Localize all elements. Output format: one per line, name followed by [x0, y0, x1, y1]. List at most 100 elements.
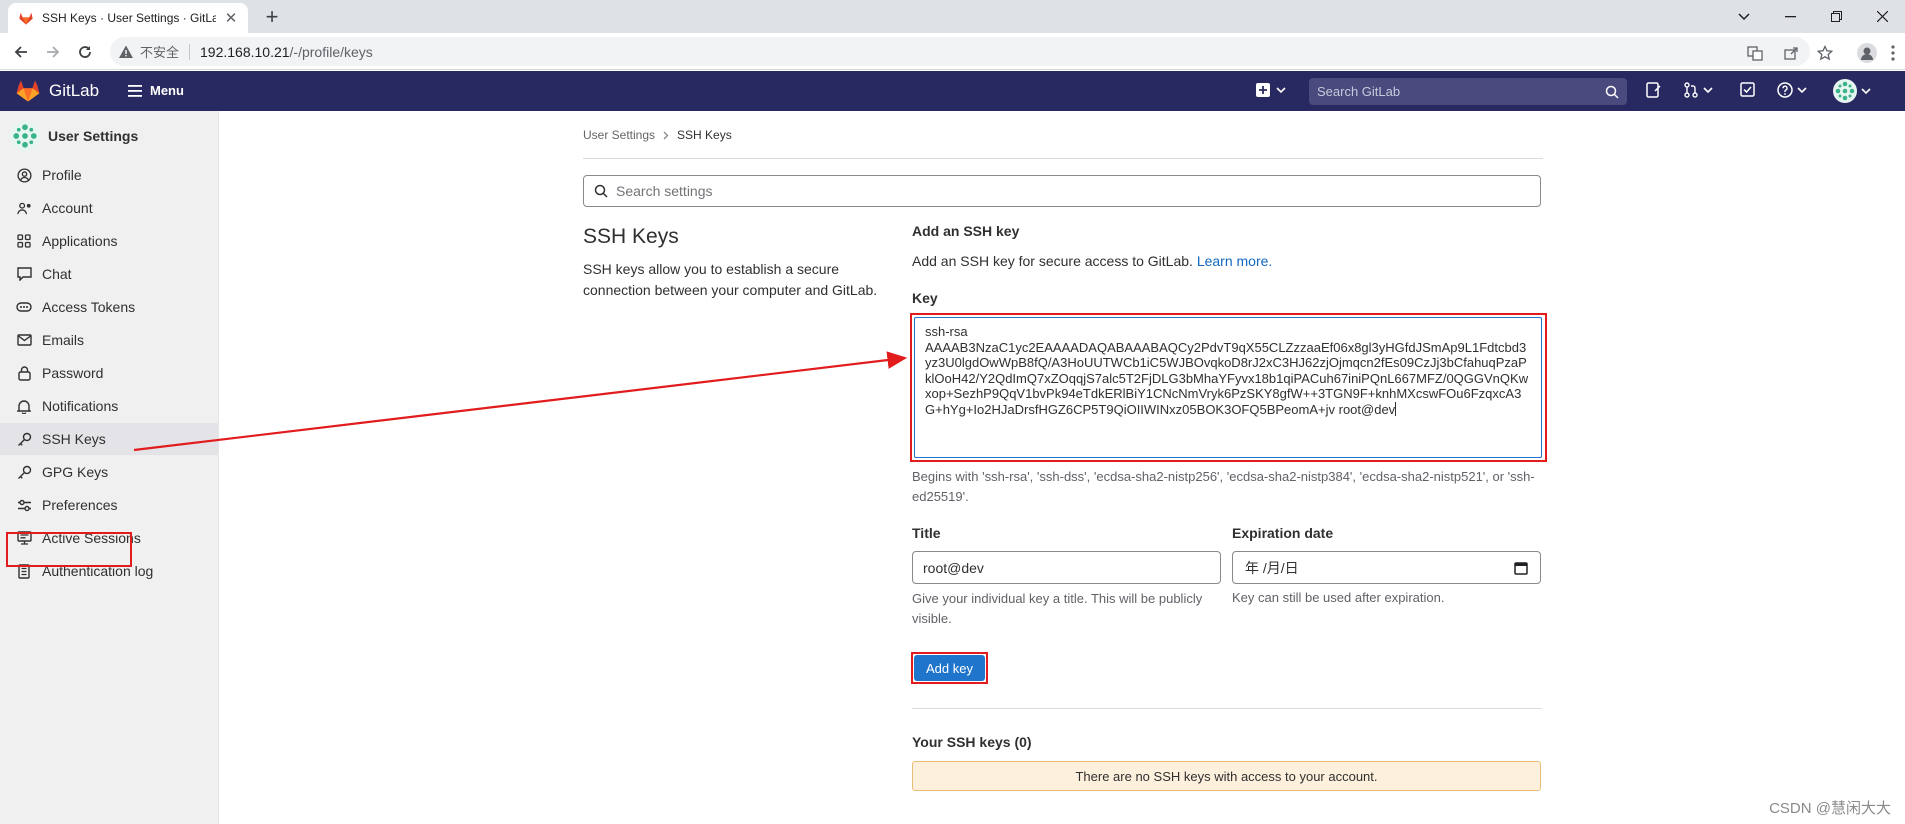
- omnibox-divider: [189, 43, 191, 60]
- settings-sidebar: User Settings Profile Account Applicatio…: [0, 111, 219, 824]
- url-text[interactable]: 192.168.10.21/-/profile/keys: [200, 44, 373, 60]
- menu-label: Menu: [150, 83, 184, 98]
- sidebar-item-profile[interactable]: Profile: [0, 159, 218, 191]
- menu-button[interactable]: Menu: [128, 83, 184, 98]
- user-menu-dropdown[interactable]: [1833, 79, 1871, 103]
- browser-tab[interactable]: SSH Keys · User Settings · GitLab ✕: [8, 3, 248, 33]
- title-help-text: Give your individual key a title. This w…: [912, 591, 1203, 626]
- learn-more-link[interactable]: Learn more.: [1197, 253, 1272, 269]
- help-dropdown[interactable]: [1777, 82, 1807, 98]
- browser-menu-icon[interactable]: [1884, 44, 1902, 62]
- sidebar-item-label: GPG Keys: [42, 464, 109, 480]
- sidebar-item-label: Account: [42, 200, 93, 216]
- mail-icon: [16, 332, 32, 348]
- restore-icon[interactable]: [1813, 0, 1859, 33]
- title-input-value: root@dev: [923, 559, 984, 576]
- key-value: ssh-rsa AAAAB3NzaC1yc2EAAAADAQABAAABAQCy…: [925, 324, 1529, 417]
- chat-icon: [16, 266, 32, 282]
- minimize-icon[interactable]: [1767, 0, 1813, 33]
- security-label[interactable]: 不安全: [140, 42, 179, 61]
- sidebar-item-ssh-keys[interactable]: SSH Keys: [0, 423, 218, 455]
- issues-icon[interactable]: [1646, 82, 1661, 98]
- back-icon[interactable]: [10, 41, 32, 63]
- warning-icon[interactable]: [118, 44, 134, 60]
- breadcrumb-current[interactable]: SSH Keys: [677, 128, 732, 142]
- add-key-button[interactable]: Add key: [914, 655, 985, 681]
- sidebar-item-label: Password: [42, 365, 104, 381]
- todos-icon[interactable]: [1740, 82, 1755, 97]
- bell-icon: [16, 398, 32, 414]
- tab-search-icon[interactable]: [1721, 0, 1767, 33]
- sidebar-item-active-sessions[interactable]: Active Sessions: [0, 522, 218, 554]
- bookmark-star-icon[interactable]: [1816, 44, 1834, 62]
- chevron-down-icon: [1797, 86, 1807, 94]
- profile-avatar-icon[interactable]: [1856, 42, 1878, 64]
- sidebar-item-authentication-log[interactable]: Authentication log: [0, 555, 218, 587]
- text-cursor: [1395, 401, 1397, 416]
- plus-square-icon: [1256, 83, 1270, 97]
- calendar-icon[interactable]: [1514, 561, 1528, 575]
- create-new-dropdown[interactable]: [1256, 83, 1286, 97]
- empty-keys-alert: There are no SSH keys with access to you…: [912, 761, 1541, 791]
- sidebar-item-label: Chat: [42, 266, 72, 282]
- key-textarea[interactable]: ssh-rsa AAAAB3NzaC1yc2EAAAADAQABAAABAQCy…: [914, 317, 1542, 458]
- tab-title: SSH Keys · User Settings · GitLab: [42, 11, 217, 25]
- expiration-date-input[interactable]: 年 /月/日: [1232, 551, 1541, 584]
- sidebar-item-account[interactable]: Account: [0, 192, 218, 224]
- sidebar-header[interactable]: User Settings: [10, 121, 138, 151]
- key-icon: [16, 464, 32, 480]
- share-icon[interactable]: [1782, 44, 1800, 62]
- close-tab-icon[interactable]: ✕: [224, 9, 238, 27]
- applications-icon: [16, 233, 32, 249]
- lock-icon: [16, 365, 32, 381]
- add-key-intro: Add an SSH key for secure access to GitL…: [912, 253, 1272, 269]
- user-avatar-icon: [1833, 79, 1857, 103]
- close-window-icon[interactable]: [1859, 0, 1905, 33]
- gitlab-search-input[interactable]: Search GitLab: [1309, 78, 1627, 105]
- sidebar-item-access-tokens[interactable]: Access Tokens: [0, 291, 218, 323]
- chevron-down-icon: [1276, 86, 1286, 94]
- expiration-label: Expiration date: [1232, 525, 1334, 541]
- settings-search-input[interactable]: Search settings: [583, 175, 1541, 207]
- sidebar-item-label: Authentication log: [42, 563, 154, 579]
- sidebar-item-emails[interactable]: Emails: [0, 324, 218, 356]
- title-label: Title: [912, 525, 941, 541]
- chevron-down-icon: [1861, 87, 1871, 95]
- title-input[interactable]: root@dev: [912, 551, 1221, 584]
- key-label: Key: [912, 290, 938, 306]
- sidebar-item-gpg-keys[interactable]: GPG Keys: [0, 456, 218, 488]
- search-icon: [1605, 85, 1619, 99]
- browser-tab-strip: SSH Keys · User Settings · GitLab ✕ +: [0, 0, 1905, 33]
- sidebar-item-label: Preferences: [42, 497, 118, 513]
- reload-icon[interactable]: [74, 41, 96, 63]
- window-controls: [1721, 0, 1905, 33]
- user-settings-avatar-icon: [10, 121, 40, 151]
- url-path: /-/profile/keys: [289, 43, 373, 60]
- translate-icon[interactable]: [1746, 44, 1764, 62]
- sidebar-title: User Settings: [48, 128, 139, 144]
- add-key-intro-text: Add an SSH key for secure access to GitL…: [912, 253, 1193, 269]
- breadcrumb-parent[interactable]: User Settings: [583, 128, 655, 142]
- profile-icon: [16, 167, 32, 183]
- section-title: SSH Keys: [583, 225, 679, 248]
- sidebar-item-label: Profile: [42, 167, 82, 183]
- breadcrumb-divider: [583, 158, 1543, 159]
- sidebar-item-label: Access Tokens: [42, 299, 136, 315]
- forward-icon[interactable]: [42, 41, 64, 63]
- sidebar-item-notifications[interactable]: Notifications: [0, 390, 218, 422]
- token-icon: [16, 299, 32, 315]
- gitlab-home-link[interactable]: GitLab: [16, 80, 99, 102]
- section-description: SSH keys allow you to establish a secure…: [583, 261, 878, 298]
- sidebar-item-applications[interactable]: Applications: [0, 225, 218, 257]
- address-bar: 不安全 192.168.10.21/-/profile/keys: [0, 33, 1905, 70]
- hamburger-icon: [128, 84, 142, 97]
- expiration-help-text: Key can still be used after expiration.: [1232, 590, 1445, 605]
- help-icon: [1777, 82, 1793, 98]
- sidebar-item-preferences[interactable]: Preferences: [0, 489, 218, 521]
- sidebar-item-chat[interactable]: Chat: [0, 258, 218, 290]
- merge-requests-dropdown[interactable]: [1683, 82, 1713, 98]
- sidebar-item-password[interactable]: Password: [0, 357, 218, 389]
- omnibox[interactable]: 不安全 192.168.10.21/-/profile/keys: [110, 37, 1810, 66]
- new-tab-button[interactable]: +: [258, 3, 286, 31]
- sidebar-item-label: Notifications: [42, 398, 119, 414]
